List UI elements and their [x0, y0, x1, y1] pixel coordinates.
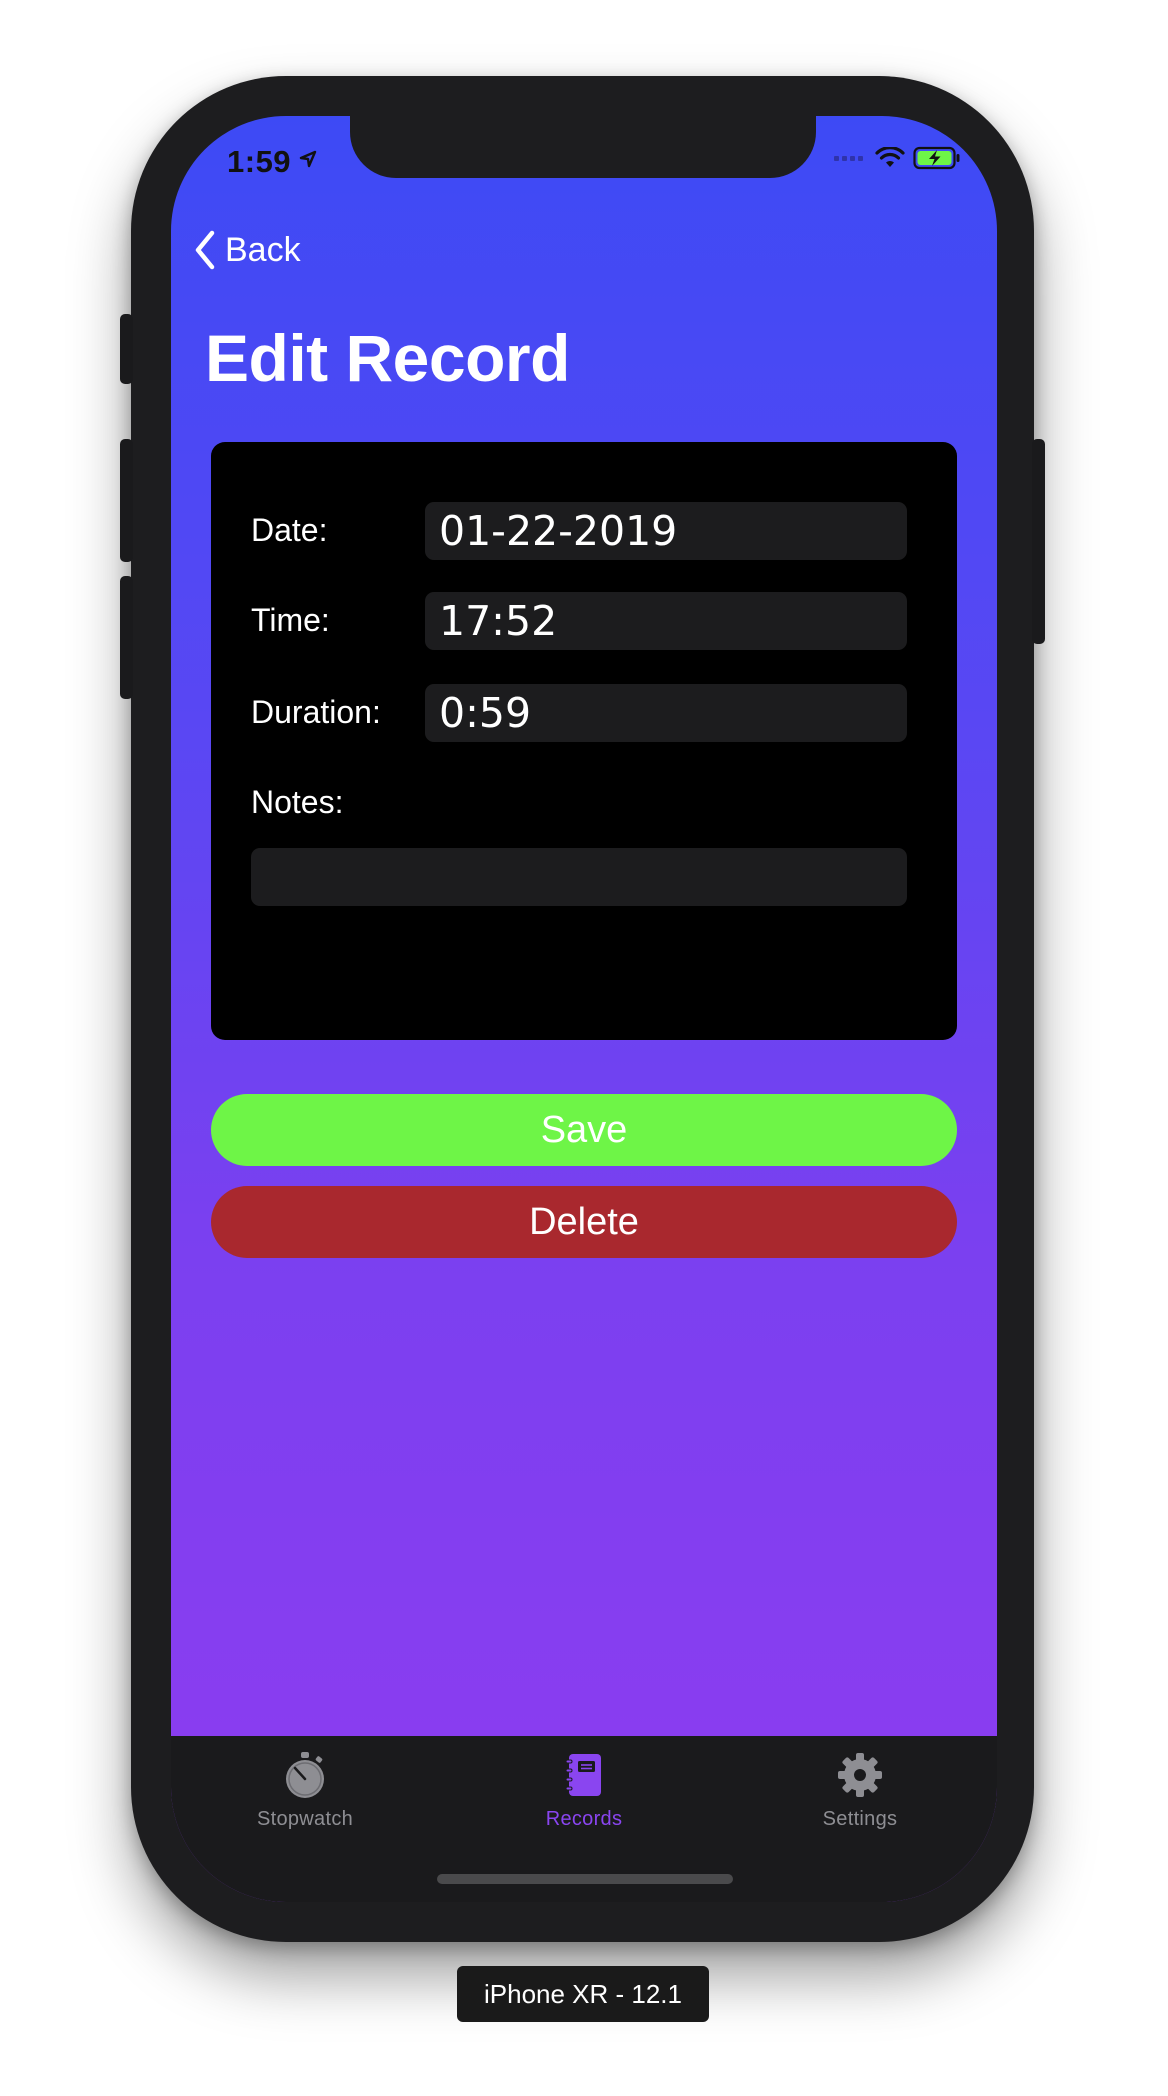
wifi-icon	[875, 147, 905, 167]
volume-down-button	[120, 576, 133, 699]
screen: 1:59 Back Edit Record Date: 01-22-2019 T…	[171, 116, 997, 1902]
gear-icon	[838, 1753, 882, 1797]
back-button[interactable]: Back	[193, 224, 301, 276]
iphone-device-frame: 1:59 Back Edit Record Date: 01-22-2019 T…	[120, 76, 1045, 1942]
date-label: Date:	[251, 512, 328, 548]
power-button	[1032, 439, 1045, 644]
home-indicator	[437, 1874, 733, 1884]
notes-label: Notes:	[251, 784, 344, 820]
delete-button[interactable]: Delete	[211, 1186, 957, 1258]
simulator-device-label: iPhone XR - 12.1	[457, 1966, 709, 2022]
silent-switch	[120, 314, 133, 384]
tab-settings-label: Settings	[822, 1808, 898, 1830]
duration-label: Duration:	[251, 694, 381, 730]
notes-field[interactable]	[251, 848, 907, 906]
stopwatch-icon	[286, 1752, 324, 1798]
back-label: Back	[225, 230, 301, 269]
status-icons	[834, 146, 961, 170]
status-time: 1:59	[227, 144, 292, 179]
time-label: Time:	[251, 602, 330, 638]
time-field[interactable]: 17:52	[425, 592, 907, 650]
date-field[interactable]: 01-22-2019	[425, 502, 907, 560]
battery-charging-icon	[913, 146, 960, 170]
duration-field[interactable]: 0:59	[425, 684, 907, 742]
tab-settings[interactable]: Settings	[760, 1750, 960, 1831]
tab-records-label: Records	[545, 1808, 623, 1830]
tab-stopwatch-label: Stopwatch	[256, 1808, 354, 1830]
save-button[interactable]: Save	[211, 1094, 957, 1166]
page-title: Edit Record	[205, 321, 570, 395]
chevron-left-icon	[195, 230, 215, 270]
record-form-card: Date: 01-22-2019 Time: 17:52 Duration: 0…	[211, 442, 957, 1040]
notebook-icon	[565, 1754, 601, 1796]
tab-records[interactable]: Records	[484, 1750, 684, 1831]
notch	[350, 116, 816, 178]
location-arrow-icon	[299, 150, 317, 168]
tab-stopwatch[interactable]: Stopwatch	[205, 1750, 405, 1831]
cellular-signal-icon	[834, 155, 863, 161]
volume-up-button	[120, 439, 133, 562]
